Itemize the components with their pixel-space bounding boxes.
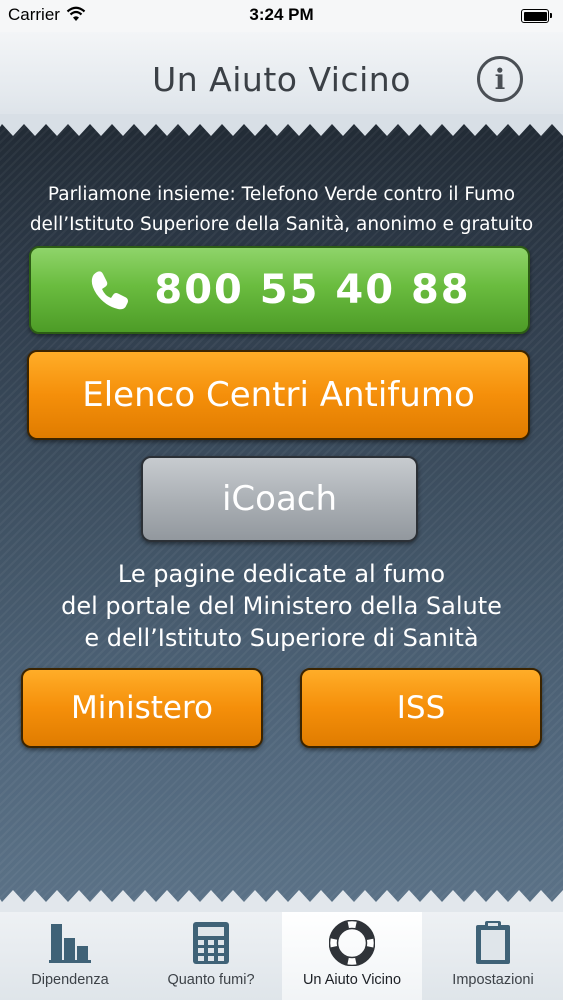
- zigzag-bottom-edge: [0, 890, 563, 912]
- portal-line-1: Le pagine dedicate al fumo: [117, 560, 446, 588]
- bar-chart-icon: [0, 920, 140, 964]
- ministero-button[interactable]: Ministero: [21, 668, 263, 748]
- phone-number-label: 800 55 40 88: [154, 267, 471, 313]
- ministero-label: Ministero: [70, 690, 214, 726]
- centri-antifumo-button[interactable]: Elenco Centri Antifumo: [27, 350, 530, 440]
- portal-line-3: e dell’Istituto Superiore di Sanità: [84, 624, 479, 652]
- call-helpline-button[interactable]: 800 55 40 88: [29, 246, 530, 334]
- tab-label-dipendenza: Dipendenza: [31, 972, 109, 988]
- centri-antifumo-label: Elenco Centri Antifumo: [82, 375, 475, 415]
- tab-label-impostazioni: Impostazioni: [452, 972, 534, 988]
- lifebuoy-icon: [282, 920, 422, 966]
- info-button[interactable]: i: [477, 56, 523, 102]
- phone-icon: [88, 268, 132, 312]
- intro-line-1: Parliamone insieme: Telefono Verde contr…: [47, 184, 516, 205]
- calculator-icon: [141, 920, 281, 966]
- portal-line-2: del portale del Ministero della Salute: [61, 592, 502, 620]
- status-time: 3:24 PM: [249, 5, 314, 24]
- tab-bar: Dipendenza Quanto fumi? Un Aiuto Vicino …: [0, 912, 563, 1000]
- tab-un-aiuto-vicino[interactable]: Un Aiuto Vicino: [282, 912, 422, 1000]
- intro-line-2: dell’Istituto Superiore della Sanità, an…: [29, 214, 534, 235]
- iss-label: ISS: [396, 690, 446, 726]
- clipboard-icon: [423, 920, 563, 966]
- zigzag-top-edge: [0, 114, 563, 136]
- intro-text: Parliamone insieme: Telefono Verde contr…: [10, 180, 553, 240]
- tab-label-un-aiuto-vicino: Un Aiuto Vicino: [302, 972, 402, 988]
- icoach-label: iCoach: [221, 479, 338, 519]
- tab-label-quanto-fumi: Quanto fumi?: [167, 972, 255, 988]
- tab-quanto-fumi[interactable]: Quanto fumi?: [141, 912, 281, 1000]
- tab-impostazioni[interactable]: Impostazioni: [423, 912, 563, 1000]
- icoach-button[interactable]: iCoach: [141, 456, 418, 542]
- iss-button[interactable]: ISS: [300, 668, 542, 748]
- tab-dipendenza[interactable]: Dipendenza: [0, 912, 140, 1000]
- portal-description: Le pagine dedicate al fumo del portale d…: [10, 558, 553, 654]
- info-circle-icon: i: [494, 62, 506, 96]
- status-bar: Carrier 3:24 PM: [0, 0, 563, 32]
- battery-icon: [521, 9, 552, 23]
